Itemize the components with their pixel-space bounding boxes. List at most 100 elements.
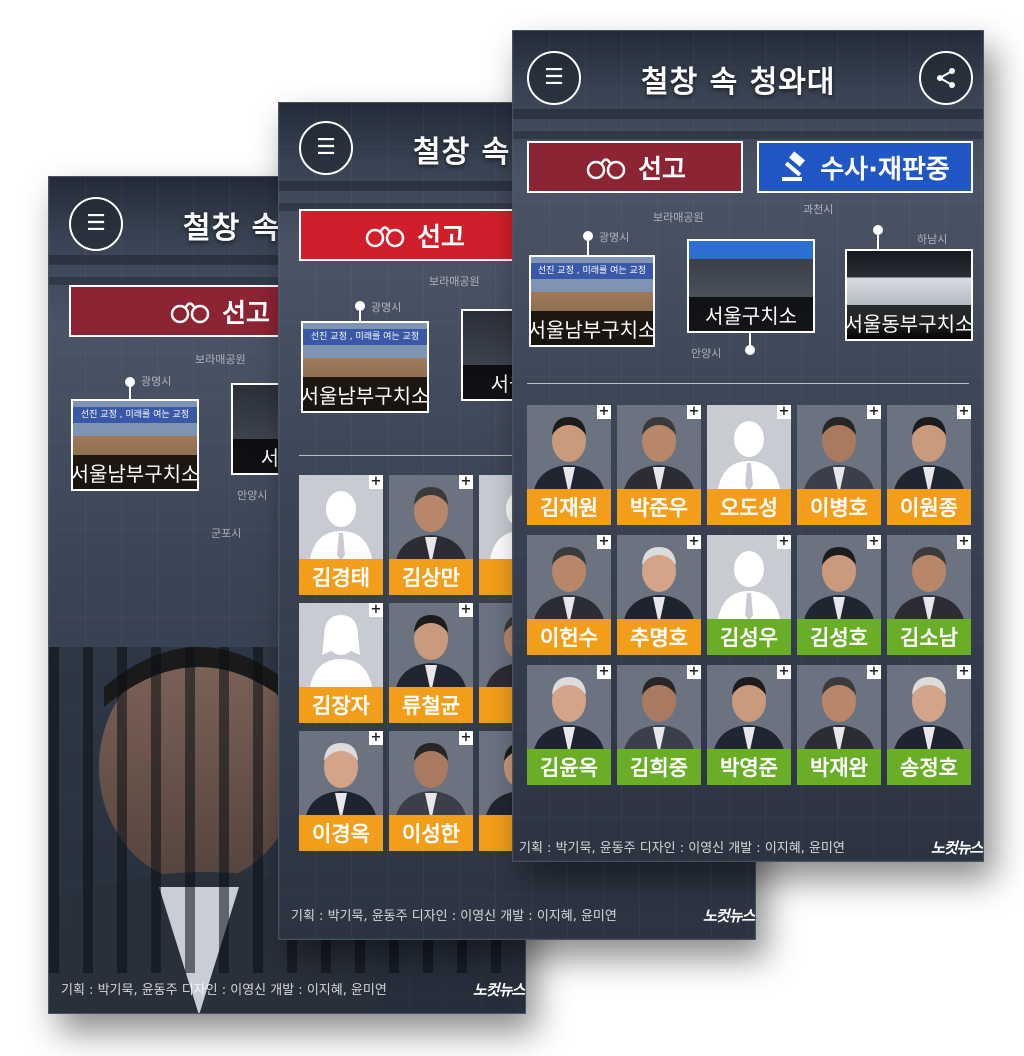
map-label: 하남시 [917, 233, 948, 246]
share-button[interactable] [919, 51, 973, 105]
plus-icon[interactable]: + [867, 665, 881, 679]
location-label: 서울동부구치소 [847, 305, 971, 339]
map-label: 군포시 [211, 527, 242, 540]
plus-icon[interactable]: + [687, 405, 701, 419]
person-name: 이병호 [797, 489, 881, 525]
person-name: 박재완 [797, 749, 881, 785]
person-card[interactable]: + 이병호 [797, 405, 881, 525]
plus-icon[interactable]: + [459, 603, 473, 617]
plus-icon[interactable]: + [777, 535, 791, 549]
plus-icon[interactable]: + [597, 665, 611, 679]
tab-sentenced-label: 선고 [222, 298, 270, 329]
menu-icon: ☰ [316, 135, 336, 160]
people-grid: + 김재원 + 박준우 + 오도성 + 이병호 + 이원종 + 이헌수 + 추명호 + 김성우 + 김성호 + 김소남… [527, 405, 971, 785]
person-card[interactable]: + 이경옥 [299, 731, 383, 851]
tab-sentenced[interactable]: 선고 [299, 209, 529, 261]
menu-button[interactable]: ☰ [527, 51, 581, 105]
menu-icon: ☰ [544, 65, 564, 90]
map-label: 광명시 [141, 375, 172, 388]
person-card[interactable]: + 류철균 [389, 603, 473, 723]
person-name: 김소남 [887, 619, 971, 655]
map-label: 보라매공원 [195, 353, 246, 366]
person-card[interactable]: + 송정호 [887, 665, 971, 785]
person-name: 오도성 [707, 489, 791, 525]
person-name: 이헌수 [527, 619, 611, 655]
person-card[interactable]: + 박준우 [617, 405, 701, 525]
plus-icon[interactable]: + [369, 731, 383, 745]
plus-icon[interactable]: + [687, 535, 701, 549]
person-card[interactable]: + 김성호 [797, 535, 881, 655]
plus-icon[interactable]: + [459, 731, 473, 745]
plus-icon[interactable]: + [369, 603, 383, 617]
plus-icon[interactable]: + [459, 475, 473, 489]
logo: 노컷뉴스 [931, 839, 983, 857]
credits: 기획 : 박기묵, 윤동주 디자인 : 이영신 개발 : 이지혜, 윤미연 [519, 841, 845, 856]
logo: 노컷뉴스 [703, 907, 755, 925]
person-card[interactable]: + 이성한 [389, 731, 473, 851]
map-label: 광명시 [599, 231, 630, 244]
location-seoul-nambu[interactable]: 선진 교정 , 미래를 여는 교정 서울남부구치소 [71, 399, 199, 491]
location-label: 서울구치소 [689, 297, 813, 331]
person-name: 박영준 [707, 749, 791, 785]
person-card[interactable]: + 김상만 [389, 475, 473, 595]
gavel-icon [782, 151, 806, 181]
person-card[interactable]: + 박재완 [797, 665, 881, 785]
person-card[interactable]: + 김장자 [299, 603, 383, 723]
map-pin [583, 231, 593, 241]
plus-icon[interactable]: + [777, 665, 791, 679]
person-name: 김희중 [617, 749, 701, 785]
plus-icon[interactable]: + [597, 535, 611, 549]
person-name: 송정호 [887, 749, 971, 785]
section-divider [527, 383, 969, 384]
person-card[interactable]: + 김희중 [617, 665, 701, 785]
person-name: 이경옥 [299, 815, 383, 851]
plus-icon[interactable]: + [867, 405, 881, 419]
plus-icon[interactable]: + [957, 665, 971, 679]
handcuffs-icon [365, 226, 405, 248]
person-name: 김상만 [389, 559, 473, 595]
person-card[interactable]: + 김윤옥 [527, 665, 611, 785]
person-card[interactable]: + 김소남 [887, 535, 971, 655]
person-name: 류철균 [389, 687, 473, 723]
map-label: 과천시 [803, 203, 834, 216]
person-card[interactable]: + 이원종 [887, 405, 971, 525]
map-label: 보라매공원 [653, 211, 704, 224]
tab-sentenced-label: 선고 [638, 154, 686, 185]
location-seoul-dongbu[interactable]: 서울동부구치소 [845, 249, 973, 341]
person-card[interactable]: + 오도성 [707, 405, 791, 525]
plus-icon[interactable]: + [957, 535, 971, 549]
plus-icon[interactable]: + [369, 475, 383, 489]
person-name: 김재원 [527, 489, 611, 525]
plus-icon[interactable]: + [777, 405, 791, 419]
person-card[interactable]: + 김성우 [707, 535, 791, 655]
location-sign: 선진 교정 , 미래를 여는 교정 [303, 329, 427, 345]
menu-button[interactable]: ☰ [299, 121, 353, 175]
tab-sentenced-label: 선고 [417, 222, 465, 253]
credits: 기획 : 박기묵, 윤동주 디자인 : 이영신 개발 : 이지혜, 윤미연 [61, 983, 387, 998]
map-pin-line [587, 241, 589, 255]
plus-icon[interactable]: + [957, 405, 971, 419]
location-seoul-nambu[interactable]: 선진 교정 , 미래를 여는 교정 서울남부구치소 [301, 321, 429, 413]
location-label: 서울남부구치소 [303, 377, 427, 411]
person-name: 김성호 [797, 619, 881, 655]
plus-icon[interactable]: + [687, 665, 701, 679]
person-name: 김성우 [707, 619, 791, 655]
map-pin [355, 301, 365, 311]
location-sign: 선진 교정 , 미래를 여는 교정 [73, 407, 197, 423]
location-seoul-nambu[interactable]: 선진 교정 , 미래를 여는 교정 서울남부구치소 [529, 255, 655, 347]
map-pin [873, 225, 883, 235]
menu-icon: ☰ [86, 211, 106, 236]
person-card[interactable]: + 이헌수 [527, 535, 611, 655]
person-card[interactable]: + 김경태 [299, 475, 383, 595]
person-card[interactable]: + 박영준 [707, 665, 791, 785]
tab-investigation[interactable]: 수사·재판중 [757, 141, 973, 193]
screen-front: ☰ 철창 속 청와대 선고 수사·재판중 광명시 보라매공원 안양시 과천시 하… [512, 30, 984, 862]
menu-button[interactable]: ☰ [69, 197, 123, 251]
plus-icon[interactable]: + [867, 535, 881, 549]
handcuffs-icon [586, 158, 626, 180]
plus-icon[interactable]: + [597, 405, 611, 419]
person-card[interactable]: + 김재원 [527, 405, 611, 525]
person-card[interactable]: + 추명호 [617, 535, 701, 655]
location-seoul[interactable]: 서울구치소 [687, 239, 815, 333]
tab-sentenced[interactable]: 선고 [527, 141, 743, 193]
